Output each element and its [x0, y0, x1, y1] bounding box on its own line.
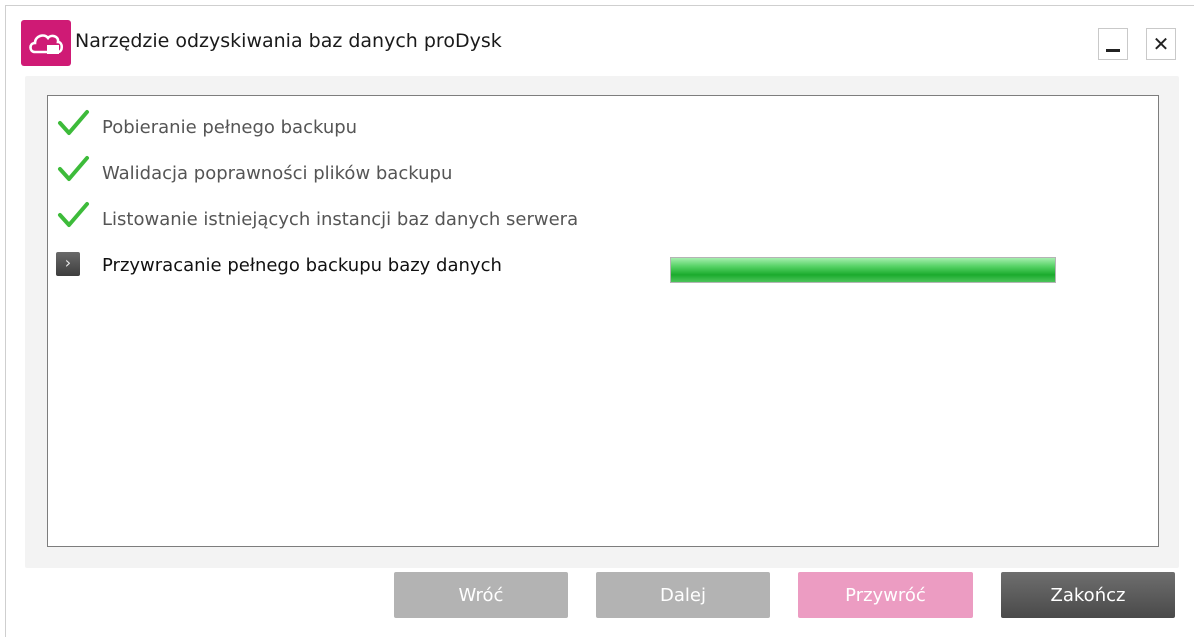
- progress-bar: [670, 257, 1056, 283]
- step-label: Listowanie istniejących instancji baz da…: [102, 209, 579, 230]
- check-icon: [58, 156, 89, 181]
- minimize-button[interactable]: [1098, 28, 1128, 60]
- back-button[interactable]: Wróć: [394, 572, 568, 618]
- check-icon: [58, 202, 89, 227]
- steps-list: Pobieranie pełnego backupu Walidacja pop…: [47, 95, 1159, 547]
- finish-button[interactable]: Zakończ: [1001, 572, 1175, 618]
- close-icon: ✕: [1152, 32, 1170, 56]
- list-item: Pobieranie pełnego backupu: [48, 108, 1148, 142]
- next-button[interactable]: Dalej: [596, 572, 770, 618]
- check-icon: [58, 110, 89, 135]
- cloud-icon: [29, 34, 64, 54]
- chevron-right-icon: ›: [56, 252, 80, 276]
- step-label: Przywracanie pełnego backupu bazy danych: [102, 255, 502, 276]
- list-item: › Przywracanie pełnego backupu bazy dany…: [48, 246, 1148, 283]
- list-item: Listowanie istniejących instancji baz da…: [48, 200, 1148, 234]
- step-label: Pobieranie pełnego backupu: [102, 117, 358, 138]
- progress-fill: [671, 258, 1055, 282]
- restore-button[interactable]: Przywróć: [798, 572, 973, 618]
- window-title: Narzędzie odzyskiwania baz danych proDys…: [75, 30, 502, 52]
- close-button[interactable]: ✕: [1146, 28, 1176, 60]
- step-label: Walidacja poprawności plików backupu: [102, 163, 453, 184]
- list-item: Walidacja poprawności plików backupu: [48, 154, 1148, 188]
- app-logo: [21, 20, 71, 66]
